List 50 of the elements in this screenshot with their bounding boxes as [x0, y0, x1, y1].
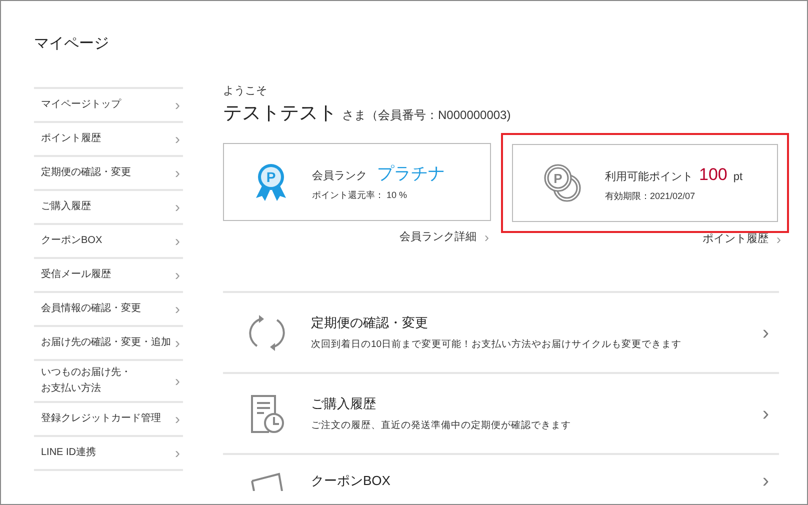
rank-value: プラチナ — [377, 163, 445, 185]
document-clock-icon — [249, 394, 285, 434]
chevron-icon: › — [762, 471, 769, 491]
sidebar-item[interactable]: ポイント履歴 › — [34, 123, 183, 157]
chevron-icon: › — [776, 232, 781, 246]
rank-label: 会員ランク — [312, 169, 367, 184]
menu-row[interactable]: ご購入履歴 ご注文の履歴、直近の発送準備中の定期便が確認できます › — [223, 374, 779, 455]
chevron-icon: › — [175, 234, 180, 248]
page-title: マイページ — [34, 34, 110, 53]
chevron-icon: › — [175, 302, 180, 316]
chevron-icon: › — [175, 132, 180, 146]
chevron-icon: › — [484, 230, 489, 244]
member-number: さま（会員番号：N000000003) — [342, 107, 511, 124]
chevron-icon: › — [175, 268, 180, 282]
sidebar-item[interactable]: マイページトップ › — [34, 89, 183, 123]
chevron-icon: › — [175, 446, 180, 460]
points-label: 利用可能ポイント — [605, 170, 693, 185]
welcome-text: ようこそ — [223, 84, 267, 98]
chevron-icon: › — [762, 322, 769, 342]
sidebar-item[interactable]: ご購入履歴 › — [34, 191, 183, 225]
chevron-icon: › — [175, 200, 180, 214]
chevron-icon: › — [175, 98, 180, 112]
point-history-link[interactable]: ポイント履歴 — [702, 230, 768, 247]
menu-description: 次回到着日の10日前まで変更可能！お支払い方法やお届けサイクルも変更できます — [311, 338, 682, 352]
refresh-arrows-icon — [249, 312, 285, 352]
menu-description: ご注文の履歴、直近の発送準備中の定期便が確認できます — [311, 419, 571, 434]
rank-detail-link[interactable]: 会員ランク詳細 — [399, 228, 476, 245]
sidebar-item[interactable]: 会員情報の確認・変更 › — [34, 293, 183, 327]
menu-title: クーポンBOX — [311, 472, 390, 490]
sidebar-item[interactable]: お届け先の確認・変更・追加 › — [34, 327, 183, 361]
points-value: 100 — [699, 164, 728, 186]
expiry-text: 有効期限：2021/02/07 — [605, 190, 696, 202]
menu-row[interactable]: 定期便の確認・変更 次回到着日の10日前まで変更可能！お支払い方法やお届けサイクルも変更できます › — [223, 293, 779, 374]
menu-row[interactable]: クーポンBOX › — [223, 455, 779, 491]
sidebar-item[interactable]: LINE ID連携 › — [34, 437, 183, 471]
chevron-icon: › — [175, 412, 180, 426]
sidebar-item[interactable]: 受信メール履歴 › — [34, 259, 183, 293]
chevron-icon: › — [175, 166, 180, 180]
sidebar-item[interactable]: 登録クレジットカード管理 › — [34, 403, 183, 437]
sidebar-item[interactable]: いつものお届け先・ お支払い方法 › — [34, 361, 183, 403]
chevron-icon: › — [175, 374, 180, 388]
chevron-icon: › — [175, 336, 180, 350]
sidebar-item[interactable]: 定期便の確認・変更 › — [34, 157, 183, 191]
point-rate-text: ポイント還元率： 10 % — [312, 188, 408, 202]
points-unit: pt — [733, 170, 743, 185]
member-name: テストテスト — [223, 102, 337, 126]
chevron-icon: › — [762, 404, 769, 424]
sidebar-item[interactable]: クーポンBOX › — [34, 225, 183, 259]
menu-title: ご購入履歴 — [311, 394, 376, 413]
menu-title: 定期便の確認・変更 — [311, 314, 428, 332]
